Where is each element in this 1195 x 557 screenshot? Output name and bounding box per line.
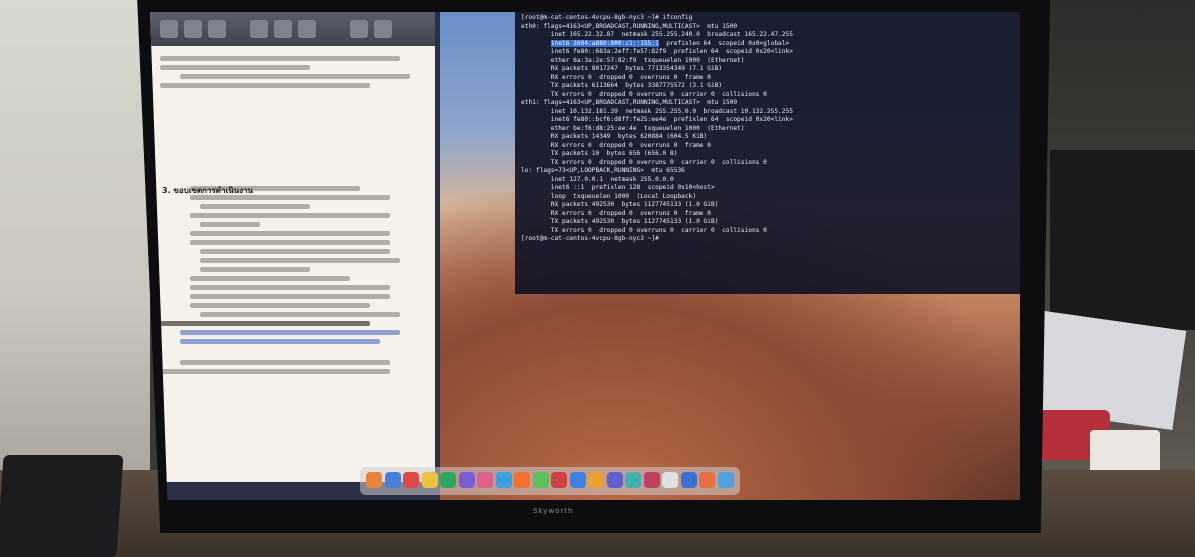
dock-app-icon[interactable] bbox=[458, 472, 475, 488]
terminal-line: RX errors 0 dropped 0 overruns 0 frame 0 bbox=[521, 141, 711, 149]
dock-app-icon[interactable] bbox=[384, 472, 401, 488]
terminal-selection: inet6 2604:a880:800:c1::155:1 bbox=[550, 39, 659, 47]
terminal-line: lo: flags=73<UP,LOOPBACK,RUNNING> mtu 65… bbox=[521, 167, 685, 174]
terminal-line: ether be:f6:d8:25:ee:4e txqueuelen 1000 … bbox=[521, 124, 745, 132]
terminal-line: [root@m-cat-centos-4vcpu-8gb-nyc3 ~]# bbox=[521, 235, 663, 242]
toolbar-button[interactable] bbox=[350, 20, 368, 38]
toolbar-button[interactable] bbox=[208, 20, 226, 38]
dock-app-icon[interactable] bbox=[532, 472, 549, 488]
terminal-line: inet6 2604:a880:800:c1::155:1 prefixlen … bbox=[550, 39, 790, 47]
dock-app-icon[interactable] bbox=[588, 472, 604, 488]
document-toolbar bbox=[150, 12, 435, 46]
document-body bbox=[150, 46, 435, 482]
terminal-line: RX errors 0 dropped 0 overruns 0 frame 0 bbox=[521, 73, 711, 81]
terminal-line: TX packets 492530 bytes 1127745133 (1.0 … bbox=[521, 218, 719, 225]
terminal-line: eth0: flags=4163<UP,BROADCAST,RUNNING,MU… bbox=[521, 22, 738, 30]
macos-dock bbox=[360, 467, 740, 495]
dock-app-icon[interactable] bbox=[366, 472, 382, 488]
terminal-line: RX packets 8017247 bytes 7713354349 (7.1… bbox=[521, 65, 723, 72]
dock-app-icon[interactable] bbox=[606, 472, 623, 488]
dock-app-icon[interactable] bbox=[625, 472, 641, 488]
terminal-line: TX errors 0 dropped 0 overruns 0 carrier… bbox=[521, 158, 767, 166]
terminal-line: TX packets 10 bytes 656 (656.0 B) bbox=[521, 150, 678, 157]
terminal-line: ether 6a:3a:2e:57:82:f9 txqueuelen 1000 … bbox=[521, 56, 745, 64]
dock-app-icon[interactable] bbox=[680, 472, 697, 488]
terminal-line: inet 165.22.32.87 netmask 255.255.240.0 … bbox=[521, 31, 793, 38]
toolbar-button[interactable] bbox=[184, 20, 202, 38]
dock-app-icon[interactable] bbox=[477, 472, 493, 488]
dock-app-icon[interactable] bbox=[699, 472, 715, 488]
terminal-line: TX packets 6113664 bytes 3387775572 (3.1… bbox=[521, 82, 723, 89]
terminal-line: [root@m-cat-centos-4vcpu-8gb-nyc3 ~]# if… bbox=[521, 14, 693, 21]
dock-app-icon[interactable] bbox=[495, 472, 512, 488]
section-heading: 3. ขอบเขตการดำเนินงาน bbox=[162, 186, 253, 195]
toolbar-button[interactable] bbox=[274, 20, 292, 38]
dock-app-icon[interactable] bbox=[662, 472, 678, 488]
monitor-brand-label: Skyworth bbox=[533, 507, 574, 515]
dock-app-icon[interactable] bbox=[569, 472, 586, 488]
toolbar-button[interactable] bbox=[374, 20, 392, 38]
toolbar-button[interactable] bbox=[250, 20, 268, 38]
dock-app-icon[interactable] bbox=[403, 472, 419, 488]
terminal-line: inet 127.0.0.1 netmask 255.0.0.0 bbox=[521, 175, 674, 183]
terminal-line: inet6 fe80::bcf6:d8ff:fe25:ee4e prefixle… bbox=[521, 116, 793, 123]
terminal-line: TX errors 0 dropped 0 overruns 0 carrier… bbox=[521, 226, 767, 234]
terminal-line: RX errors 0 dropped 0 overruns 0 frame 0 bbox=[521, 209, 711, 217]
laptop-corner bbox=[0, 455, 124, 557]
terminal-line: inet6 ::1 prefixlen 128 scopeid 0x10<hos… bbox=[521, 184, 715, 191]
document-window[interactable]: 3. ขอบเขตการดำเนินงาน bbox=[150, 12, 435, 482]
dock-app-icon[interactable] bbox=[421, 472, 438, 488]
terminal-line: RX packets 492530 bytes 1127745133 (1.0 … bbox=[521, 201, 719, 208]
monitor-screen: 3. ขอบเขตการดำเนินงาน [root@m-cat-centos… bbox=[150, 12, 1020, 500]
dock-app-icon[interactable] bbox=[514, 472, 530, 488]
terminal-line: TX errors 0 dropped 0 overruns 0 carrier… bbox=[521, 90, 767, 98]
secondary-monitor bbox=[1050, 150, 1195, 330]
terminal-line: RX packets 14349 bytes 620884 (604.5 KiB… bbox=[521, 133, 708, 140]
toolbar-button[interactable] bbox=[160, 20, 178, 38]
terminal-window[interactable]: [root@m-cat-centos-4vcpu-8gb-nyc3 ~]# if… bbox=[515, 12, 1020, 294]
dock-app-icon[interactable] bbox=[551, 472, 567, 488]
dock-app-icon[interactable] bbox=[643, 472, 660, 488]
toolbar-button[interactable] bbox=[298, 20, 316, 38]
dock-app-icon[interactable] bbox=[717, 472, 734, 488]
terminal-line: inet6 fe80::683a:2eff:fe57:82f9 prefixle… bbox=[521, 48, 793, 55]
terminal-line: loop txqueuelen 1000 (Local Loopback) bbox=[521, 192, 697, 200]
dock-app-icon[interactable] bbox=[440, 472, 456, 488]
terminal-line: inet 10.132.181.39 netmask 255.255.0.0 b… bbox=[521, 107, 793, 115]
terminal-line: eth1: flags=4163<UP,BROADCAST,RUNNING,MU… bbox=[521, 99, 738, 106]
